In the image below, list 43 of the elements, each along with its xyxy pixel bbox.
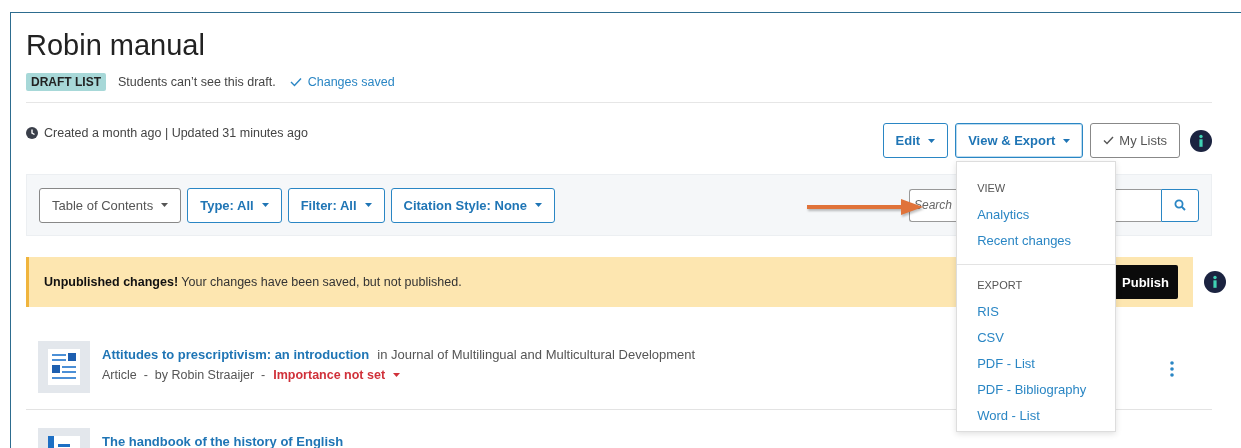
resource-source: in Journal of Multilingual and Multicultural Development [377,347,696,362]
caret-icon [393,373,401,377]
saved-status: Changes saved [307,75,395,89]
resource-title-link[interactable]: The handbook of the history of English [102,434,344,448]
filter-dropdown[interactable]: Citation Style: None [390,187,555,223]
caret-icon [535,203,542,207]
article-icon [38,341,90,393]
menu-item[interactable]: PDF - Bibliography [957,377,1116,403]
caret-icon [928,138,936,143]
caret-icon [1063,138,1071,143]
resource-details: Article - by Robin Straaijer - [102,368,266,382]
clock-icon [26,127,38,139]
caret-icon [261,203,269,207]
list-title: Robin manual [26,28,206,63]
menu-item[interactable]: CSV [957,325,1116,351]
check-icon [289,77,302,87]
menu-item[interactable]: RIS [957,299,1116,325]
my-lists-button[interactable]: My Lists [1090,123,1180,158]
menu-item[interactable]: Word - List [957,403,1116,429]
filter-dropdown[interactable]: Table of Contents [39,187,182,223]
caret-icon [364,203,372,207]
menu-item[interactable]: Recent changes [957,228,1116,254]
dropdown-button[interactable]: View & Export [955,123,1084,158]
search-button[interactable] [1161,188,1199,222]
search-icon [1174,199,1186,211]
menu-heading: VIEW [976,181,1007,196]
dropdown-button[interactable]: Edit [882,123,949,158]
more-options-icon[interactable] [1170,361,1174,377]
filter-dropdown[interactable]: Filter: All [287,187,385,223]
resource-title-link[interactable]: Attitudes to prescriptivism: an introduction [102,347,370,362]
info-icon[interactable] [1204,271,1226,293]
banner-message: Unpublished changes! Your changes have been saved, but not published. [44,275,462,289]
timestamps: Created a month ago | Updated 31 minutes ago [44,126,308,140]
draft-badge: DRAFT LIST [26,73,106,91]
menu-item[interactable]: Analytics [957,202,1116,228]
menu-heading: EXPORT [976,278,1024,293]
caret-icon [161,203,169,207]
importance-dropdown[interactable]: Importance not set [273,368,401,382]
menu-item[interactable]: PDF - List [957,351,1116,377]
info-icon[interactable] [1190,129,1212,152]
check-icon [1103,136,1115,145]
draft-note: Students can’t see this draft. [118,75,276,89]
filter-dropdown[interactable]: Type: All [187,187,282,223]
